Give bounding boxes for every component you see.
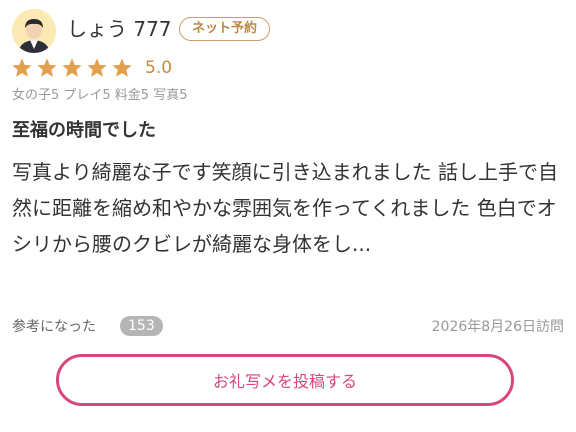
username: しょう 777 [67, 17, 172, 41]
review-title: 至福の時間でした [12, 120, 156, 141]
review-body: 写真より綺麗な子です笑顔に引き込まれました 話し上手で自然に距離を縮め和やかな雰… [12, 160, 558, 256]
star-icon [37, 58, 57, 77]
user-avatar-icon [12, 9, 56, 53]
subscores: 女の子5 プレイ5 料金5 写真5 [12, 88, 188, 103]
visit-date: 2026年8月26日訪問 [431, 319, 564, 335]
helpful-count-badge: 153 [120, 316, 163, 336]
post-thanks-photo-label: お礼写メを投稿する [212, 372, 357, 391]
post-thanks-photo-button[interactable]: お礼写メを投稿する [56, 354, 514, 406]
star-icon [12, 58, 32, 77]
helpful-label[interactable]: 参考になった [12, 317, 96, 337]
star-icon [87, 58, 107, 77]
star-rating [11, 57, 133, 79]
star-icon [112, 58, 132, 77]
net-booking-badge: ネット予約 [179, 17, 271, 41]
rating-value: 5.0 [145, 58, 173, 78]
star-icon [62, 58, 82, 77]
